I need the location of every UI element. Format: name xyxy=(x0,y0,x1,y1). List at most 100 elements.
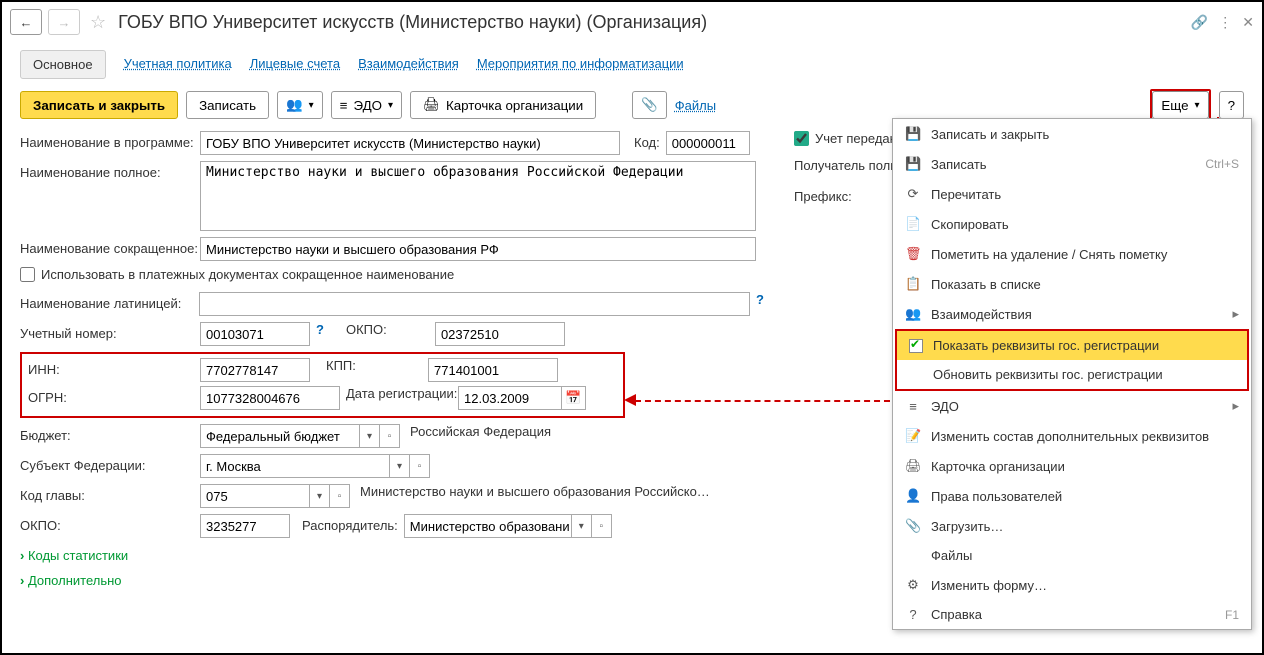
nav-fwd[interactable]: → xyxy=(48,9,80,35)
check-icon xyxy=(909,339,923,353)
form-icon: ⚙ xyxy=(905,577,921,593)
use-short-checkbox[interactable] xyxy=(20,267,35,282)
close-icon[interactable]: ✕ xyxy=(1242,14,1254,31)
menu-show-list[interactable]: 📋Показать в списке xyxy=(893,269,1251,299)
open-icon[interactable]: ▫ xyxy=(380,424,400,448)
lbl-ogrn: ОГРН: xyxy=(28,386,200,405)
attach-button[interactable]: 📎 xyxy=(632,91,667,119)
name-full-input[interactable] xyxy=(200,161,756,231)
help-name-lat[interactable]: ? xyxy=(756,292,764,307)
budget-input[interactable] xyxy=(200,424,360,448)
expand-extra[interactable]: Дополнительно xyxy=(20,573,770,588)
kpp-input[interactable] xyxy=(428,358,558,382)
save-button[interactable]: Записать xyxy=(186,91,269,119)
tab-interactions[interactable]: Взаимодействия xyxy=(358,50,459,79)
lbl-name-prog: Наименование в программе: xyxy=(20,131,200,150)
reg-date-input[interactable] xyxy=(458,386,562,410)
lbl-kpp: КПП: xyxy=(310,358,428,373)
budget-text: Российская Федерация xyxy=(410,424,551,439)
menu-copy[interactable]: 📄Скопировать xyxy=(893,209,1251,239)
lbl-distributor: Распорядитель: xyxy=(290,514,404,533)
head-code-input[interactable] xyxy=(200,484,310,508)
open-icon[interactable]: ▫ xyxy=(330,484,350,508)
menu-delete[interactable]: 🗑Пометить на удаление / Снять пометку xyxy=(893,239,1251,269)
lbl-name-short: Наименование сокращенное: xyxy=(20,237,200,256)
list-icon: 📋 xyxy=(905,276,921,292)
chevron-right-icon: ▸ xyxy=(1232,306,1239,322)
chevron-down-icon[interactable]: ▾ xyxy=(390,454,410,478)
favorite-star-icon[interactable]: ☆ xyxy=(90,12,106,33)
edo-icon: ≡ xyxy=(905,399,921,414)
lbl-uchet: Учет передан xyxy=(815,131,897,146)
menu-update-reg[interactable]: Обновить реквизиты гос. регистрации xyxy=(897,360,1247,389)
head-code-text: Министерство науки и высшего образования… xyxy=(360,484,710,499)
people-icon: 👥 xyxy=(286,97,303,113)
save-icon: 💾 xyxy=(905,156,921,172)
menu-files[interactable]: Файлы xyxy=(893,541,1251,570)
lbl-name-lat: Наименование латиницей: xyxy=(20,292,199,311)
chevron-down-icon[interactable]: ▾ xyxy=(310,484,330,508)
name-short-input[interactable] xyxy=(200,237,756,261)
menu-save-close[interactable]: 💾Записать и закрыть xyxy=(893,119,1251,149)
acc-num-input[interactable] xyxy=(200,322,310,346)
menu-edo[interactable]: ≡ЭДО▸ xyxy=(893,391,1251,421)
tab-main[interactable]: Основное xyxy=(20,50,106,79)
chevron-down-icon[interactable]: ▾ xyxy=(572,514,592,538)
open-icon[interactable]: ▫ xyxy=(592,514,612,538)
menu-reread[interactable]: ⟳Перечитать xyxy=(893,179,1251,209)
menu-rights[interactable]: 👤Права пользователей xyxy=(893,481,1251,511)
lbl-subject: Субъект Федерации: xyxy=(20,454,200,473)
tab-events[interactable]: Мероприятия по информатизации xyxy=(477,50,684,79)
copy-icon: 📄 xyxy=(905,216,921,232)
okpo2-input[interactable] xyxy=(200,514,290,538)
name-lat-input[interactable] xyxy=(199,292,751,316)
lbl-okpo2: ОКПО: xyxy=(20,514,200,533)
lbl-acc-num: Учетный номер: xyxy=(20,322,200,341)
edo-button[interactable]: ≡ ЭДО ▾ xyxy=(331,91,402,119)
annotation-arrow xyxy=(624,394,636,406)
help-acc-num[interactable]: ? xyxy=(316,322,324,337)
menu-change-form[interactable]: ⚙Изменить форму… xyxy=(893,570,1251,600)
files-link[interactable]: Файлы xyxy=(675,98,716,113)
people-icon: 👥 xyxy=(905,306,921,322)
page-title: ГОБУ ВПО Университет искусств (Министерс… xyxy=(118,12,707,33)
subject-input[interactable] xyxy=(200,454,390,478)
kebab-icon[interactable]: ⋮ xyxy=(1218,14,1232,31)
expand-stat-codes[interactable]: Коды статистики xyxy=(20,548,770,563)
code-input[interactable] xyxy=(666,131,750,155)
link-icon[interactable]: 🔗 xyxy=(1191,14,1208,31)
people-button[interactable]: 👥▾ xyxy=(277,91,323,119)
help-button[interactable]: ? xyxy=(1219,91,1244,119)
save-close-button[interactable]: Записать и закрыть xyxy=(20,91,178,119)
menu-change-req[interactable]: 📝Изменить состав дополнительных реквизит… xyxy=(893,421,1251,451)
inn-input[interactable] xyxy=(200,358,310,382)
lbl-reg-date: Дата регистрации: xyxy=(340,386,458,401)
card-button[interactable]: 🖨 Карточка организации xyxy=(410,91,596,119)
menu-card[interactable]: 🖨Карточка организации xyxy=(893,451,1251,481)
refresh-icon: ⟳ xyxy=(905,186,921,202)
print-icon: 🖨 xyxy=(423,97,440,113)
more-button[interactable]: Еще ▾ xyxy=(1152,91,1208,119)
ogrn-input[interactable] xyxy=(200,386,340,410)
menu-load[interactable]: 📎Загрузить… xyxy=(893,511,1251,541)
menu-save[interactable]: 💾ЗаписатьCtrl+S xyxy=(893,149,1251,179)
menu-interactions[interactable]: 👥Взаимодействия▸ xyxy=(893,299,1251,329)
lbl-head-code: Код главы: xyxy=(20,484,200,503)
distributor-input[interactable] xyxy=(404,514,572,538)
calendar-icon[interactable]: 📅 xyxy=(562,386,586,410)
tab-accounts[interactable]: Лицевые счета xyxy=(250,50,340,79)
okpo-input[interactable] xyxy=(435,322,565,346)
tab-policy[interactable]: Учетная политика xyxy=(124,50,232,79)
uchet-checkbox[interactable] xyxy=(794,131,809,146)
lbl-prefix: Префикс: xyxy=(794,189,852,204)
lbl-budget: Бюджет: xyxy=(20,424,200,443)
menu-show-reg[interactable]: Показать реквизиты гос. регистрации xyxy=(897,331,1247,360)
lbl-okpo: ОКПО: xyxy=(330,322,435,337)
menu-help[interactable]: ?СправкаF1 xyxy=(893,600,1251,629)
edo-icon: ≡ xyxy=(340,98,348,113)
nav-back[interactable]: ← xyxy=(10,9,42,35)
name-prog-input[interactable] xyxy=(200,131,620,155)
chevron-down-icon[interactable]: ▾ xyxy=(360,424,380,448)
save-close-icon: 💾 xyxy=(905,126,921,142)
open-icon[interactable]: ▫ xyxy=(410,454,430,478)
